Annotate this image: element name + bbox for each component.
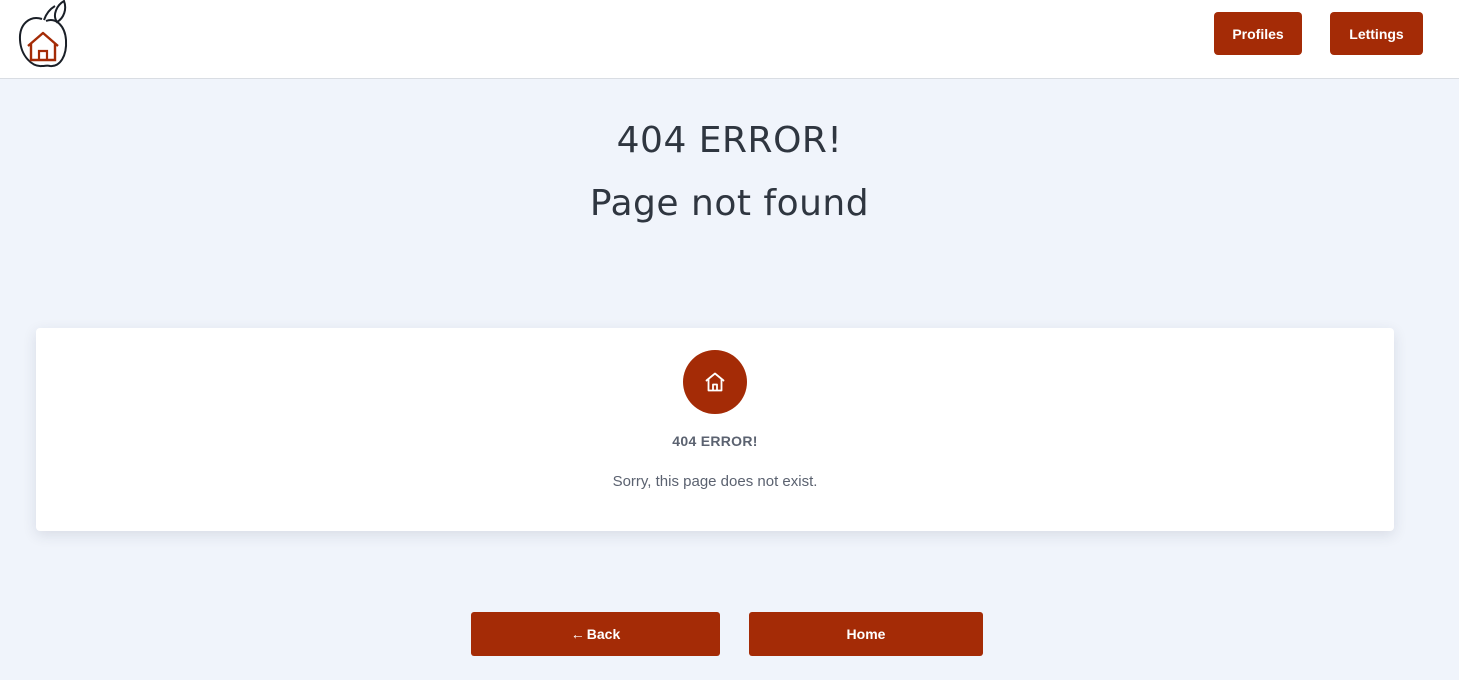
top-navbar: Profiles Lettings (0, 0, 1459, 79)
back-button-label: Back (586, 626, 621, 642)
arrow-left-icon: ← (570, 626, 585, 642)
home-button[interactable]: Home (749, 612, 983, 656)
error-subheading: Page not found (589, 183, 870, 224)
back-button[interactable]: ← Back (471, 612, 720, 656)
home-icon (683, 350, 747, 414)
card-message: Sorry, this page does not exist. (612, 473, 818, 490)
error-card: 404 ERROR! Sorry, this page does not exi… (36, 328, 1394, 531)
card-title: 404 ERROR! (672, 433, 758, 449)
home-button-label: Home (846, 626, 886, 642)
profiles-button[interactable]: Profiles (1214, 12, 1302, 55)
error-heading: 404 ERROR! (616, 120, 843, 161)
lettings-button[interactable]: Lettings (1330, 12, 1423, 55)
house-logo-icon[interactable] (16, 0, 72, 70)
